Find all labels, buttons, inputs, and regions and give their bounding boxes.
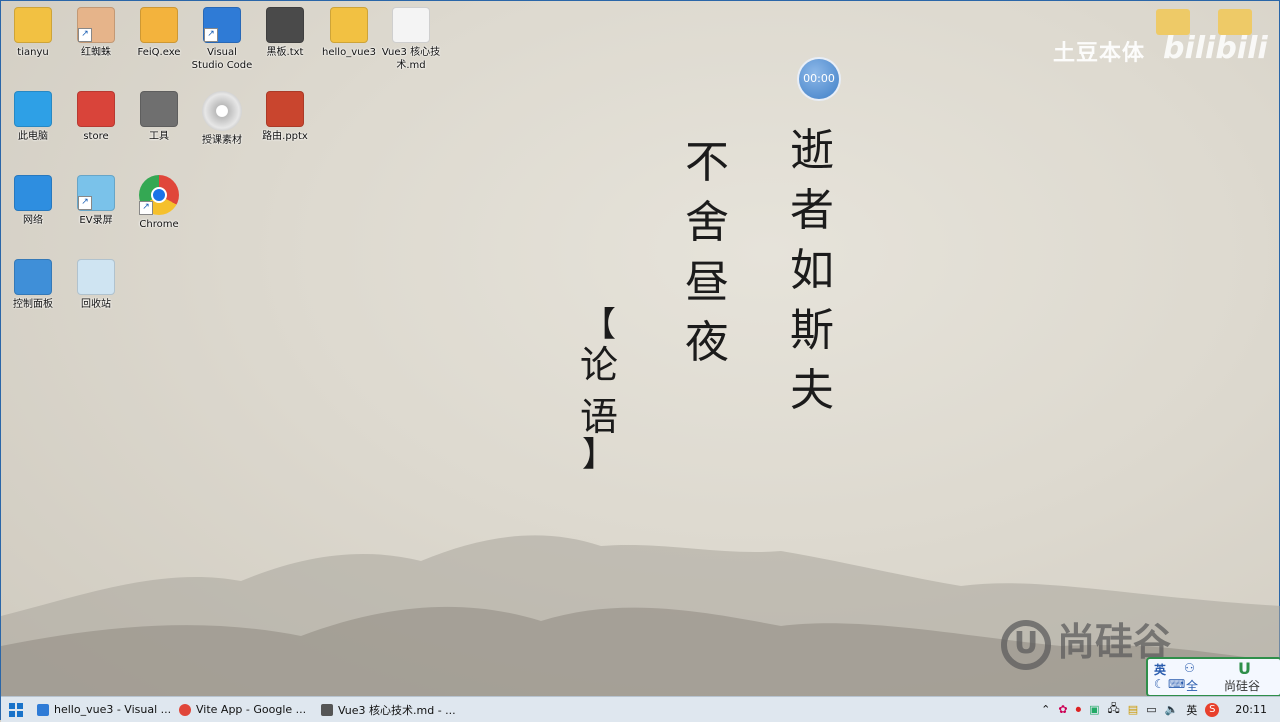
tools-icon	[140, 91, 178, 127]
control-panel-icon	[14, 259, 52, 295]
system-tray: ⌃ ✿ ⏺ ▣ 🖧 ▤ ▭ 🔈 英 S 20:11	[1037, 697, 1280, 722]
taskbar-app-chrome[interactable]: Vite App - Google ...	[173, 697, 313, 722]
desktop-icon-label: 黑板.txt	[266, 47, 304, 58]
desktop-icon-feiq[interactable]: FeiQ.exe	[127, 5, 191, 59]
desktop-icon-folder[interactable]: hello_vue3	[317, 5, 381, 59]
bracket-close: 】	[582, 435, 616, 475]
desktop-icon-control-panel[interactable]: 控制面板	[1, 257, 65, 311]
bilibili-logo: bilibili	[1163, 31, 1268, 66]
desktop-icon-user-folder[interactable]: tianyu	[1, 5, 65, 59]
start-button[interactable]	[1, 697, 31, 722]
taskbar-app-typora[interactable]: Vue3 核心技术.md - ...	[315, 697, 455, 722]
network-icon[interactable]: 🖧	[1108, 700, 1120, 719]
shortcut-arrow-icon: ↗	[139, 201, 153, 215]
sogou-icon[interactable]: S	[1205, 702, 1220, 717]
desktop-icon-markdown[interactable]: Vue3 核心技术.md	[379, 5, 443, 72]
shortcut-arrow-icon: ↗	[78, 28, 92, 42]
desktop-icon-label: store	[83, 131, 109, 142]
windows-icon	[9, 702, 23, 717]
desktop-icon-label: 回收站	[81, 299, 111, 310]
desktop-icon-pptx[interactable]: 路由.pptx	[253, 89, 317, 143]
desktop-icon-store[interactable]: store	[64, 89, 128, 143]
taskbar-app-label: hello_vue3 - Visual ...	[54, 703, 171, 716]
clock[interactable]: 20:11	[1235, 703, 1267, 716]
monitor-icon[interactable]: ▭	[1146, 703, 1156, 716]
desktop-icon-ev-recorder[interactable]: ↗ EV录屏	[64, 173, 128, 227]
desktop: tianyu ↗ 红蜘蛛 FeiQ.exe ↗ Visual Studio Code 黑板.…	[1, 1, 1280, 696]
desktop-icon-label: Visual Studio Code	[191, 47, 253, 71]
network-icon	[14, 175, 52, 211]
taskbar-app-vscode[interactable]: hello_vue3 - Visual ...	[31, 697, 171, 722]
sublime-icon	[266, 7, 304, 43]
shortcut-arrow-icon: ↗	[78, 196, 92, 210]
recycle-bin-icon	[77, 259, 115, 295]
desktop-icon-tools[interactable]: 工具	[127, 89, 191, 143]
desktop-icon-label: 工具	[149, 131, 169, 142]
folder-icon	[330, 7, 368, 43]
desktop-icon-chrome[interactable]: ↗ Chrome	[127, 173, 191, 231]
desktop-icon-label: 红蜘蛛	[81, 47, 111, 58]
ime-moon-icon[interactable]: ☾	[1154, 677, 1165, 691]
avatar-icon: ↗	[77, 7, 115, 43]
desktop-icon-label: 路由.pptx	[262, 131, 308, 142]
desktop-icon-disc[interactable]: 授课素材	[190, 89, 254, 147]
desktop-icon-label: Chrome	[139, 219, 179, 230]
ime-mode[interactable]: 全	[1186, 677, 1198, 694]
ime-lang[interactable]: 英	[1154, 661, 1166, 678]
desktop-icon-label: EV录屏	[79, 215, 113, 226]
chrome-icon	[179, 703, 191, 716]
desktop-icon-label: 此电脑	[18, 131, 48, 142]
computer-icon	[14, 91, 52, 127]
watermark-text: 土豆本体	[1053, 41, 1146, 66]
desktop-icon-label: FeiQ.exe	[137, 47, 181, 58]
shortcut-arrow-icon: ↗	[204, 28, 218, 42]
markdown-icon	[392, 7, 430, 43]
ime-brand-icon: U	[1238, 659, 1251, 678]
desktop-icon-label: Vue3 核心技术.md	[381, 47, 441, 71]
desktop-icon-label: 网络	[23, 215, 43, 226]
ime-keyboard-icon[interactable]: ⌨	[1168, 677, 1185, 691]
desktop-icon-computer[interactable]: 此电脑	[1, 89, 65, 143]
disc-icon	[202, 91, 242, 131]
pptx-icon	[266, 91, 304, 127]
chrome-icon: ↗	[139, 175, 179, 215]
desktop-icon-label: 控制面板	[13, 299, 53, 310]
ime-toolbar[interactable]: 英 ⚇ ☾ ⌨ 全 U 尚硅谷	[1146, 657, 1280, 696]
desktop-icon-avatar[interactable]: ↗ 红蜘蛛	[64, 5, 128, 59]
vscode-icon	[37, 703, 49, 716]
user-folder-icon	[14, 7, 52, 43]
recording-timer[interactable]: 00:00	[799, 59, 839, 99]
poem-source: 论语	[579, 343, 618, 439]
poem-right: 逝者如斯夫	[790, 125, 834, 416]
store-icon	[77, 91, 115, 127]
record-icon[interactable]: ⏺	[1076, 703, 1082, 717]
tray-lang[interactable]: 英	[1186, 702, 1197, 718]
folder-icon[interactable]: ▤	[1128, 703, 1138, 716]
poem-left: 不舍昼夜	[685, 137, 729, 368]
chevron-up-icon[interactable]: ⌃	[1041, 703, 1050, 716]
desktop-icon-label: hello_vue3	[322, 47, 376, 58]
feiq-icon	[140, 7, 178, 43]
tray-app-icon[interactable]: ✿	[1058, 703, 1067, 716]
taskbar: hello_vue3 - Visual ... Vite App - Google…	[1, 696, 1280, 722]
taskbar-app-label: Vite App - Google ...	[196, 703, 307, 716]
ime-user-icon: ⚇	[1184, 661, 1195, 675]
vscode-icon: ↗	[203, 7, 241, 43]
desktop-icon-label: 授课素材	[202, 135, 242, 146]
desktop-icon-recycle-bin[interactable]: 回收站	[64, 257, 128, 311]
markdown-icon	[321, 703, 333, 716]
desktop-icon-sublime[interactable]: 黑板.txt	[253, 5, 317, 59]
tray-app-icon[interactable]: ▣	[1089, 703, 1099, 716]
taskbar-app-label: Vue3 核心技术.md - ...	[338, 703, 455, 717]
desktop-icon-network[interactable]: 网络	[1, 173, 65, 227]
brand-logo-icon: U	[1001, 619, 1051, 670]
desktop-icon-vscode[interactable]: ↗ Visual Studio Code	[190, 5, 254, 72]
ime-brand: 尚硅谷	[1224, 679, 1261, 693]
ev-recorder-icon: ↗	[77, 175, 115, 211]
volume-icon[interactable]: 🔈	[1165, 703, 1179, 716]
desktop-icon-label: tianyu	[17, 47, 49, 58]
